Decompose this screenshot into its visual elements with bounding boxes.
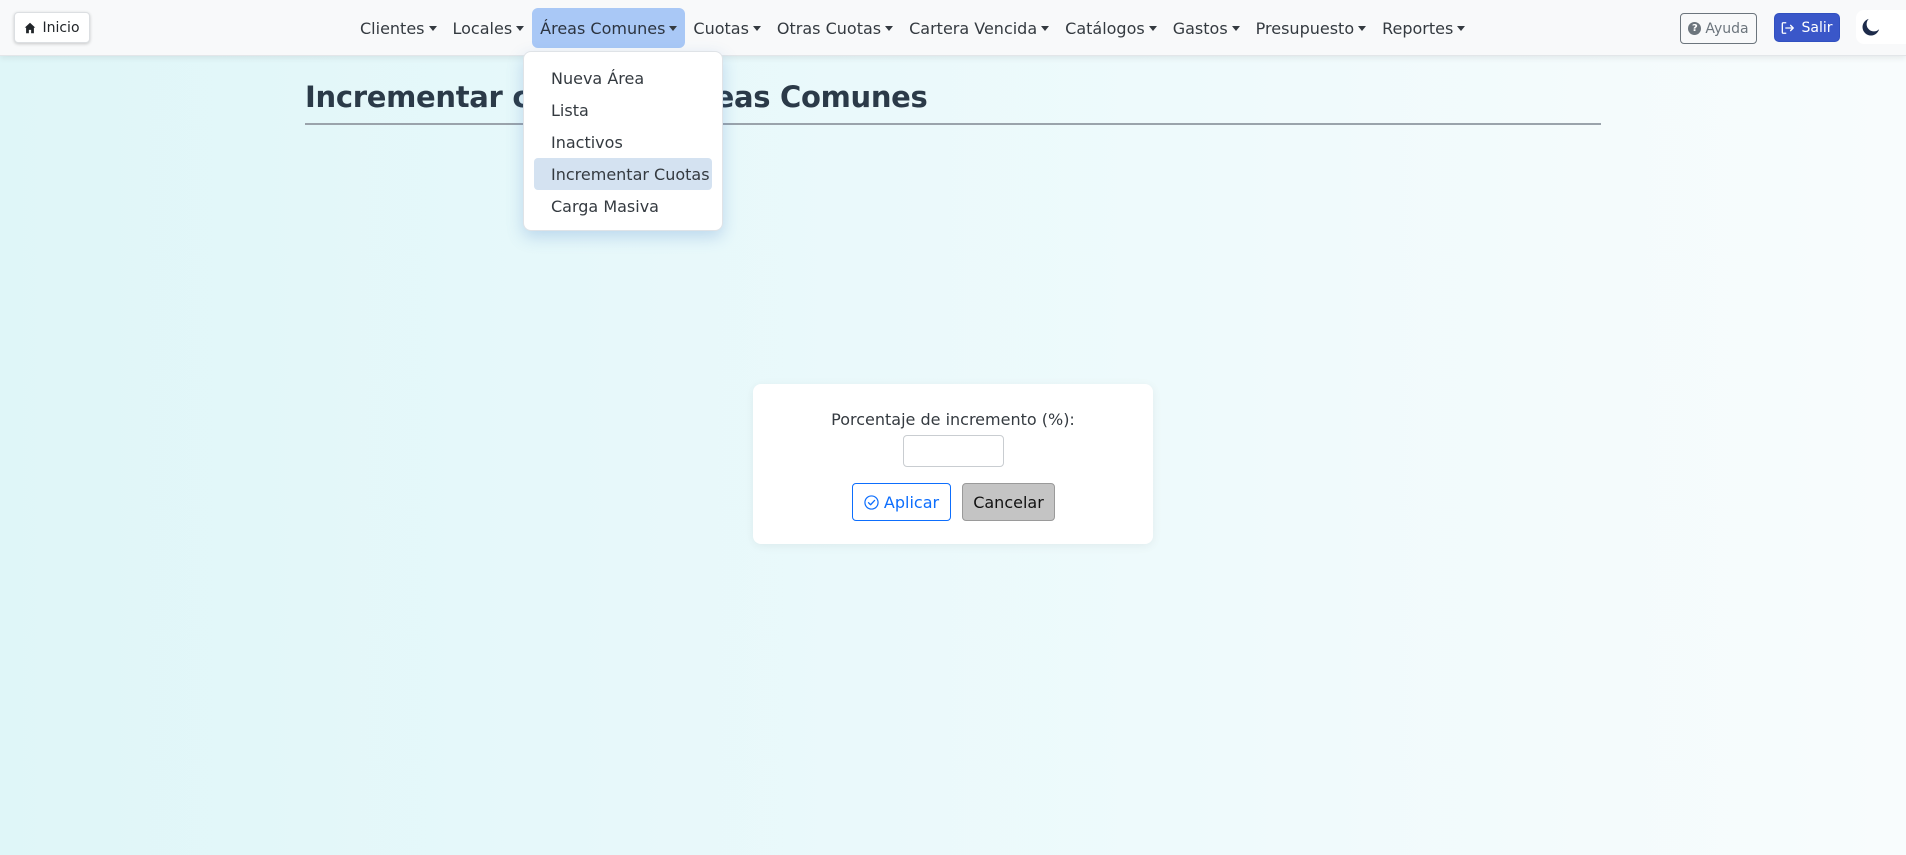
menu-label: Presupuesto [1255,18,1355,38]
exit-button-label: Salir [1801,19,1833,36]
dropdown-item-lista[interactable]: Lista [534,94,712,126]
caret-down-icon [1358,25,1367,31]
home-button-label: Inicio [42,19,80,36]
caret-down-icon [1231,25,1240,31]
caret-down-icon [1041,25,1050,31]
menu-catalogos[interactable]: Catálogos [1057,8,1165,48]
menu-label: Clientes [360,18,425,38]
menu-clientes[interactable]: Clientes [352,8,445,48]
increment-modal: Porcentaje de incremento (%): Aplicar Ca… [753,384,1153,544]
dropdown-item-incrementar-cuotas[interactable]: Incrementar Cuotas [534,158,712,190]
menu-label: Locales [452,18,513,38]
menu-label: Cuotas [693,18,749,38]
apply-button-label: Aplicar [883,492,940,512]
caret-down-icon [885,25,894,31]
menu-gastos[interactable]: Gastos [1165,8,1248,48]
percentage-label: Porcentaje de incremento (%): [831,410,1075,429]
dropdown-item-carga-masiva[interactable]: Carga Masiva [534,190,712,222]
menu-label: Gastos [1172,18,1228,38]
areas-comunes-dropdown: Nueva Área Lista Inactivos Incrementar C… [523,51,723,231]
check-circle-icon [864,494,879,510]
title-divider [305,123,1601,125]
menu-label: Áreas Comunes [540,18,666,38]
menu-otras-cuotas[interactable]: Otras Cuotas [769,8,901,48]
apply-button[interactable]: Aplicar [852,483,951,521]
sign-out-icon [1782,21,1795,34]
caret-down-icon [1148,25,1157,31]
caret-down-icon [1457,25,1466,31]
exit-button[interactable]: Salir [1774,13,1840,42]
menu-label: Otras Cuotas [776,18,882,38]
menu-label: Cartera Vencida [909,18,1038,38]
theme-toggle[interactable] [1856,10,1906,44]
dropdown-item-nueva-area[interactable]: Nueva Área [534,62,712,94]
menu-presupuesto[interactable]: Presupuesto [1248,8,1374,48]
caret-down-icon [428,25,437,31]
moon-icon [1862,18,1880,36]
menu-areas-comunes[interactable]: Áreas Comunes [532,8,686,48]
help-button-label: Ayuda [1705,20,1749,37]
menu-locales[interactable]: Locales [445,8,533,48]
menu-label: Reportes [1382,18,1454,38]
dropdown-item-inactivos[interactable]: Inactivos [534,126,712,158]
home-button[interactable]: Inicio [14,12,90,43]
menu-cuotas[interactable]: Cuotas [685,8,769,48]
cancel-button[interactable]: Cancelar [962,483,1055,521]
help-button[interactable]: ? Ayuda [1680,13,1757,44]
percentage-input[interactable] [903,435,1004,467]
top-navbar: Inicio Clientes Locales Áreas Comunes Cu… [0,0,1906,56]
question-circle-icon: ? [1688,22,1702,35]
caret-down-icon [516,25,525,31]
menu-reportes[interactable]: Reportes [1374,8,1473,48]
menu-cartera-vencida[interactable]: Cartera Vencida [901,8,1057,48]
caret-down-icon [669,25,678,31]
house-icon [25,22,36,33]
main-menu: Clientes Locales Áreas Comunes Cuotas Ot… [352,8,1473,48]
cancel-button-label: Cancelar [973,492,1044,512]
caret-down-icon [752,25,761,31]
menu-label: Catálogos [1065,18,1145,38]
